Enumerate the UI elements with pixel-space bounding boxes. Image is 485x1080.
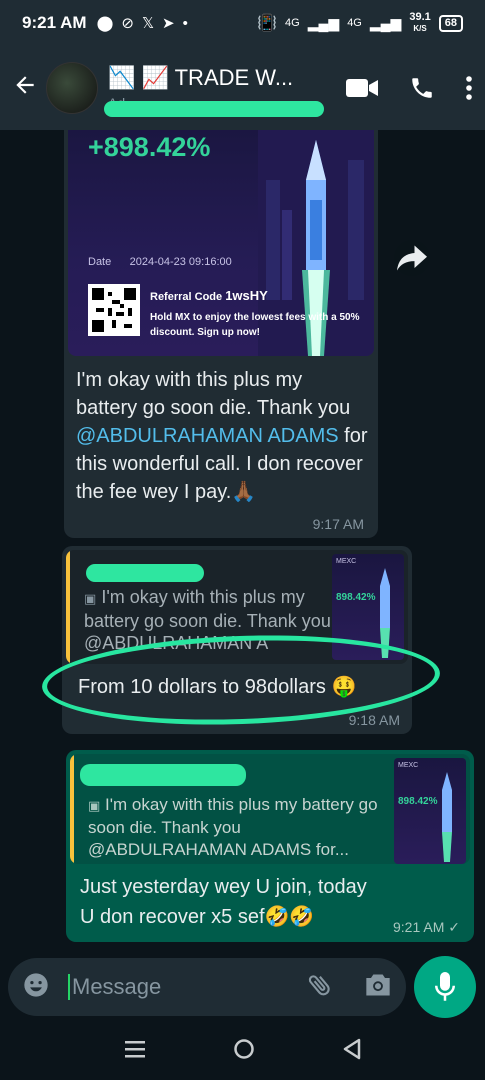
status-bar: 9:21 AM ⬤ ⊘ 𝕏 ➤ • 📳 4G ▂▄▆ 4G ▂▄▆ 39.1 K… [0, 0, 485, 46]
promo-text: Hold MX to enjoy the lowest fees with a … [150, 312, 360, 338]
video-call-icon[interactable] [345, 76, 379, 100]
dot-icon: • [182, 14, 188, 32]
net-speed: 39.1 K/S [409, 12, 430, 34]
more-vert-icon[interactable] [465, 75, 473, 101]
signal-label-2: 4G [347, 16, 362, 29]
microphone-icon[interactable] [414, 956, 476, 1018]
profit-percent: +898.42% [88, 132, 211, 162]
header-actions [345, 75, 473, 101]
message-input[interactable] [68, 974, 288, 1000]
message-time: 9:18 AM [348, 712, 400, 728]
quote-text: ▣ I'm okay with this plus my battery go … [88, 794, 388, 861]
message-text-part: I'm okay with this plus my battery go so… [76, 369, 351, 419]
date-row: Date 2024-04-23 09:16:00 [88, 256, 232, 268]
chat-area[interactable]: +898.42% Date 2024-04-23 09:16:00 Referr… [0, 130, 485, 952]
telegram-icon: ➤ [162, 15, 175, 32]
recent-apps-icon[interactable] [124, 1039, 146, 1064]
referral-row: Referral Code 1wsHY [150, 288, 268, 303]
net-speed-value: 39.1 [409, 11, 431, 23]
rocket-graphic [442, 772, 452, 862]
vibrate-icon: 📳 [257, 14, 278, 32]
notification-icon: ⬤ [96, 15, 114, 32]
image-icon: ▣ [84, 591, 97, 606]
chat-title: 📉 📈 TRADE W... [108, 65, 294, 90]
status-time: 9:21 AM [22, 13, 87, 32]
sent-tick-icon: ✓ [448, 919, 460, 935]
battery-indicator: 68 [438, 14, 463, 32]
shared-image[interactable]: +898.42% Date 2024-04-23 09:16:00 Referr… [68, 130, 374, 356]
home-icon[interactable] [233, 1038, 255, 1065]
quote-bar [70, 754, 74, 864]
signal-icon: ▂▄▆ [307, 14, 340, 31]
arrow-left-icon[interactable] [12, 72, 42, 105]
notification-icon: ⊘ [121, 15, 134, 32]
redaction-mark [104, 101, 324, 117]
redaction-mark [86, 564, 204, 582]
avatar[interactable] [46, 62, 98, 114]
quoted-message[interactable]: ▣ I'm okay with this plus my battery go … [70, 754, 470, 864]
date-value: 2024-04-23 09:16:00 [129, 256, 232, 268]
quote-text-value: I'm okay with this plus my battery go so… [88, 795, 378, 859]
thumb-label: MEXC [398, 762, 419, 769]
chat-title-area[interactable]: 📉 📈 TRADE W... Ad [104, 65, 324, 117]
message-time: 9:21 AM [393, 919, 445, 935]
emoji-icon[interactable] [22, 971, 50, 1004]
compose-box [8, 958, 406, 1016]
message-text: I'm okay with this plus my battery go so… [76, 366, 368, 506]
status-right: 📳 4G ▂▄▆ 4G ▂▄▆ 39.1 K/S 68 [257, 12, 463, 34]
chat-header: 📉 📈 TRADE W... Ad [0, 46, 485, 130]
thumb-label: MEXC [336, 558, 357, 565]
signal-icon: ▂▄▆ [369, 14, 402, 31]
message-incoming[interactable]: +898.42% Date 2024-04-23 09:16:00 Referr… [64, 130, 378, 538]
date-label: Date [88, 256, 112, 268]
compose-bar [0, 952, 485, 1022]
message-text: Just yesterday wey U join, today U don r… [80, 876, 367, 928]
message-outgoing[interactable]: ▣ I'm okay with this plus my battery go … [66, 750, 474, 942]
camera-icon[interactable] [364, 972, 392, 1003]
phone-icon[interactable] [409, 75, 435, 101]
image-icon: ▣ [88, 798, 101, 813]
compose-actions [306, 971, 392, 1004]
quote-bar [66, 550, 70, 664]
message-time: 9:17 AM [312, 516, 364, 532]
system-nav-bar [0, 1022, 485, 1080]
message-meta: 9:21 AM ✓ [393, 919, 460, 936]
notification-icons: ⬤ ⊘ 𝕏 ➤ • [96, 14, 188, 33]
net-speed-unit: K/S [413, 24, 427, 33]
forward-icon[interactable] [394, 240, 430, 276]
paperclip-icon[interactable] [306, 971, 334, 1004]
referral-code: 1wsHY [225, 288, 268, 303]
redaction-mark [80, 764, 246, 786]
mention-link[interactable]: @ABDULRAHAMAN ADAMS [76, 425, 339, 447]
x-icon: 𝕏 [141, 15, 155, 32]
qr-code [88, 284, 140, 336]
quote-thumbnail: MEXC 898.42% [394, 758, 466, 864]
back-nav-icon[interactable] [342, 1038, 362, 1065]
signal-label-1: 4G [285, 16, 300, 29]
referral-label: Referral Code [150, 291, 223, 303]
